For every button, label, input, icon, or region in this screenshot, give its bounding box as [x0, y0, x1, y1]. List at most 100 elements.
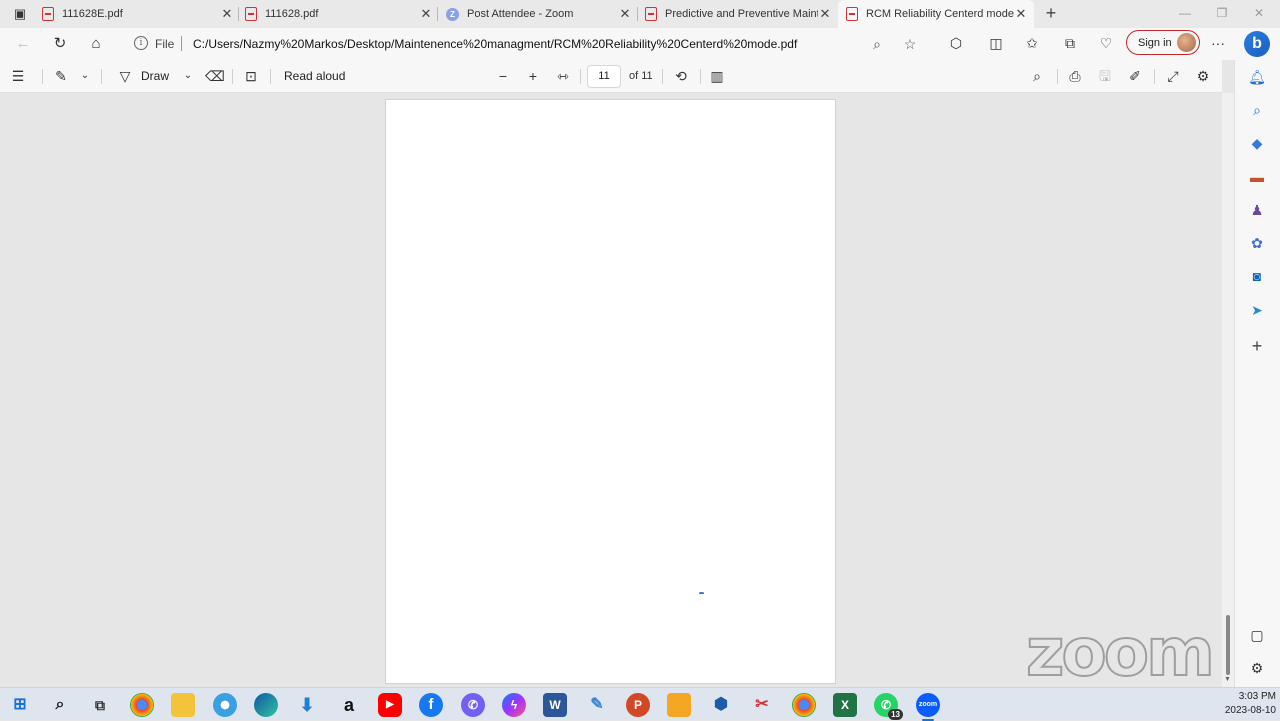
draw-icon[interactable]: ▽ — [116, 67, 134, 85]
close-icon[interactable]: ✕ — [419, 6, 433, 22]
pdf-icon — [245, 7, 257, 21]
omnibox[interactable]: i File C:/Users/Nazmy%20Markos/Desktop/M… — [122, 31, 932, 57]
bing-copilot-icon[interactable]: b — [1244, 31, 1270, 57]
url-text[interactable]: C:/Users/Nazmy%20Markos/Desktop/Maintene… — [193, 37, 797, 51]
info-icon[interactable]: i — [134, 36, 148, 50]
tab-title: 111628.pdf — [265, 8, 319, 20]
zoom-out-icon[interactable]: − — [494, 67, 512, 85]
more-options-icon[interactable]: ··· — [1208, 33, 1228, 53]
viber-icon[interactable]: ✆ — [461, 693, 485, 717]
zoom-level-icon[interactable]: ⌕ — [868, 35, 886, 53]
print-icon[interactable]: ⎙ — [1066, 67, 1084, 85]
save-icon[interactable]: 🖫 — [1096, 67, 1114, 85]
url-divider — [181, 36, 182, 51]
chrome-alt-icon[interactable] — [792, 693, 816, 717]
tab-111628e[interactable]: 111628E.pdf ✕ — [42, 0, 234, 28]
toolbar-divider — [270, 69, 271, 84]
tools-icon[interactable]: ▬ — [1247, 167, 1267, 187]
snip-tool-icon[interactable]: ✂ — [750, 693, 774, 717]
tab-predictive-preventive[interactable]: Predictive and Preventive Mainte ✕ — [645, 0, 832, 28]
notification-badge: 13 — [888, 709, 903, 720]
shopping-icon[interactable]: ◆ — [1247, 133, 1267, 153]
favorite-star-icon[interactable]: ☆ — [901, 35, 919, 53]
refresh-icon[interactable]: ↻ — [50, 34, 70, 54]
files-app-icon[interactable] — [667, 693, 691, 717]
rotate-icon[interactable]: ⟲ — [672, 67, 690, 85]
home-icon[interactable]: ⌂ — [86, 34, 106, 54]
sidebar-settings-icon[interactable]: ⚙ — [1247, 658, 1267, 678]
whatsapp-icon[interactable]: ✆ 13 — [874, 693, 903, 720]
vertical-scrollbar[interactable]: ▼ — [1222, 93, 1234, 687]
chrome-icon[interactable] — [130, 693, 154, 717]
taskbar: ⊞ ⌕ ⧉ ⬇ a ▶ f ✆ ϟ W ✎ P ⬢ ✂ X ✆ 13 zoom 3… — [0, 687, 1280, 721]
microsoft-365-icon[interactable]: ✿ — [1247, 233, 1267, 253]
page-number-input[interactable]: 11 — [587, 65, 621, 88]
back-icon[interactable]: ← — [13, 34, 33, 54]
read-aloud-button[interactable]: Read aloud — [284, 69, 345, 83]
zoom-app-icon[interactable]: zoom — [916, 693, 940, 721]
start-icon[interactable]: ⊞ — [8, 693, 32, 717]
sign-in-button[interactable]: Sign in — [1126, 30, 1200, 55]
add-icon[interactable]: + — [1247, 336, 1267, 356]
file-explorer-icon[interactable] — [171, 693, 195, 717]
page-view-icon[interactable]: ▥ — [708, 67, 726, 85]
amazon-icon[interactable]: a — [337, 693, 361, 717]
tab-111628[interactable]: 111628.pdf ✕ — [245, 0, 433, 28]
minimize-icon[interactable]: — — [1178, 6, 1192, 20]
toolbar-divider — [1154, 69, 1155, 84]
close-icon[interactable]: ✕ — [618, 6, 632, 22]
system-clock[interactable]: 3:03 PM 2023-08-10 — [1212, 690, 1276, 718]
task-view-icon[interactable]: ⧉ — [88, 693, 112, 717]
extensions-icon[interactable]: ⬡ — [946, 33, 966, 53]
youtube-icon[interactable]: ▶ — [378, 693, 402, 717]
highlight-icon[interactable]: ✎ — [52, 67, 70, 85]
split-screen-icon[interactable]: ◫ — [986, 33, 1006, 53]
3d-app-icon[interactable]: ⬢ — [709, 693, 733, 717]
tab-actions-icon[interactable]: ▣ — [12, 6, 28, 22]
chevron-down-icon[interactable]: ⌄ — [76, 67, 94, 85]
pdf-viewer[interactable] — [0, 93, 1222, 687]
search-icon[interactable]: ⌕ — [1028, 67, 1046, 85]
notifications-icon[interactable]: 🔔︎ — [1247, 67, 1267, 87]
new-tab-icon[interactable]: + — [1042, 4, 1060, 22]
settings-icon[interactable]: ⚙ — [1194, 67, 1212, 85]
facebook-icon[interactable]: f — [419, 693, 443, 717]
scroll-down-icon[interactable]: ▼ — [1224, 676, 1231, 683]
zoom-watermark: zoom — [1025, 614, 1216, 691]
favorites-icon[interactable]: ✩ — [1022, 33, 1042, 53]
sidebar-layout-icon[interactable]: ▢ — [1247, 625, 1267, 645]
download-manager-icon[interactable]: ⬇ — [295, 693, 319, 717]
paint-icon[interactable]: ✎ — [585, 693, 609, 717]
edge-icon[interactable] — [254, 693, 278, 717]
save-as-icon[interactable]: ✐ — [1126, 67, 1144, 85]
excel-icon[interactable]: X — [833, 693, 857, 717]
close-icon[interactable]: ✕ — [1014, 6, 1028, 22]
zoom-in-icon[interactable]: + — [524, 67, 542, 85]
toolbar-divider — [662, 69, 663, 84]
close-icon[interactable]: ✕ — [220, 6, 234, 22]
eraser-icon[interactable]: ⌫ — [205, 67, 225, 85]
scrollbar-thumb[interactable] — [1226, 615, 1230, 675]
drop-icon[interactable]: ➤ — [1247, 300, 1267, 320]
text-box-icon[interactable]: ⊡ — [242, 67, 260, 85]
contents-icon[interactable]: ☰ — [9, 67, 27, 85]
fullscreen-icon[interactable]: ⤢ — [1164, 67, 1182, 85]
fit-to-width-icon[interactable]: ⇿ — [554, 67, 572, 85]
collections-icon[interactable]: ⧉ — [1060, 33, 1080, 53]
browser-essentials-icon[interactable]: ♡ — [1096, 33, 1116, 53]
edge-legacy-icon[interactable] — [213, 693, 237, 717]
window-close-icon[interactable]: ✕ — [1252, 6, 1266, 20]
close-icon[interactable]: ✕ — [818, 6, 832, 22]
search-icon[interactable]: ⌕ — [1247, 100, 1267, 120]
games-icon[interactable]: ♟ — [1247, 200, 1267, 220]
chevron-down-icon[interactable]: ⌄ — [179, 67, 197, 85]
tab-post-attendee-zoom[interactable]: Z Post Attendee - Zoom ✕ — [446, 0, 632, 28]
powerpoint-icon[interactable]: P — [626, 693, 650, 717]
tab-rcm-reliability[interactable]: RCM Reliability Centerd mode.pd ✕ — [838, 0, 1034, 28]
search-icon[interactable]: ⌕ — [48, 693, 72, 717]
messenger-icon[interactable]: ϟ — [502, 693, 526, 717]
word-icon[interactable]: W — [543, 693, 567, 717]
maximize-icon[interactable]: ❐ — [1215, 6, 1229, 20]
draw-button[interactable]: Draw — [141, 69, 169, 83]
outlook-icon[interactable]: ◙ — [1247, 266, 1267, 286]
